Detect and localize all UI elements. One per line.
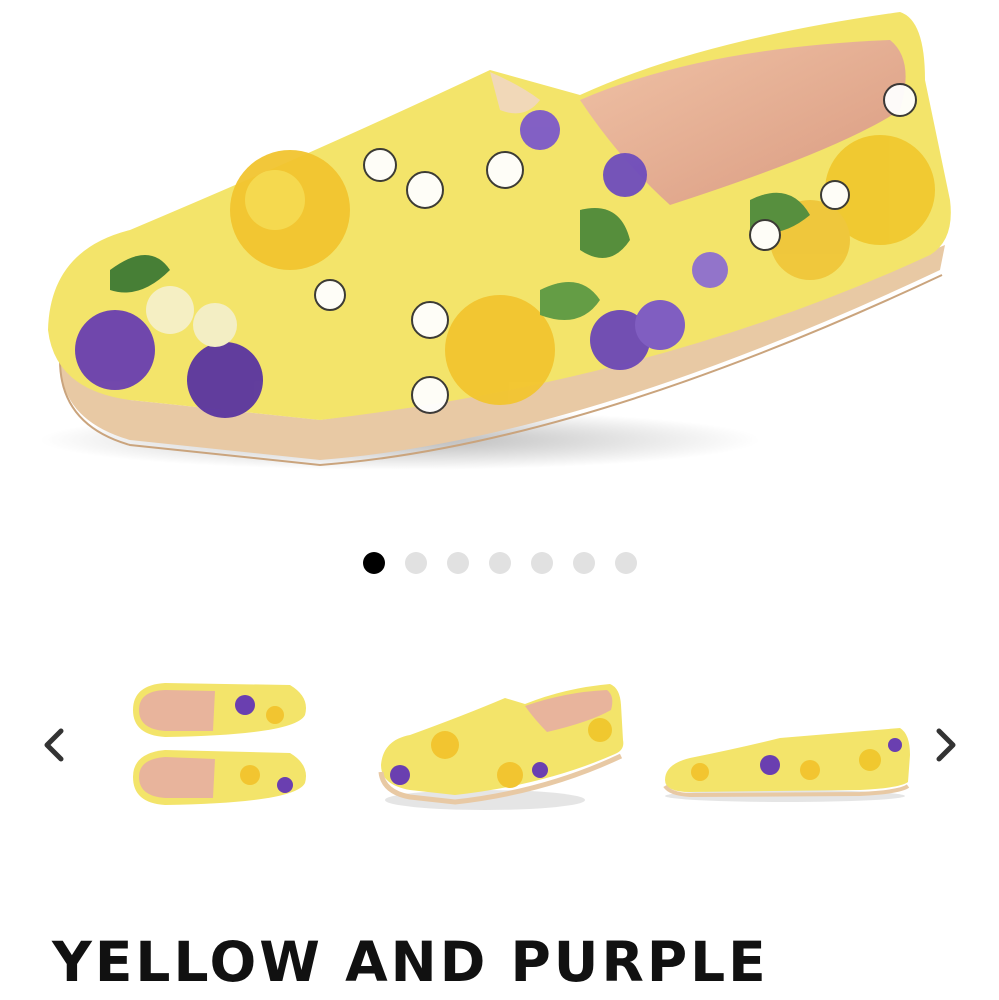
- chevron-right-icon: [936, 728, 956, 762]
- shoe-angle-view-thumbnail: [378, 684, 624, 810]
- carousel-pagination: [0, 552, 999, 576]
- thumbnail-prev-button[interactable]: [34, 720, 74, 770]
- carousel-dot-7[interactable]: [614, 552, 637, 574]
- thumbnail-next-button[interactable]: [926, 720, 966, 770]
- product-title: YELLOW AND PURPLE: [52, 930, 769, 994]
- thumbnail-3[interactable]: [660, 720, 915, 805]
- carousel-dot-5[interactable]: [530, 552, 553, 574]
- shoe-pair-top-view-thumbnail: [133, 683, 306, 805]
- thumbnail-1[interactable]: [125, 675, 310, 815]
- carousel-dot-2[interactable]: [404, 552, 427, 574]
- carousel-dot-6[interactable]: [572, 552, 595, 574]
- thumbnail-2[interactable]: [375, 680, 625, 815]
- carousel-dot-1[interactable]: [362, 552, 385, 574]
- chevron-left-icon: [44, 728, 64, 762]
- main-product-image[interactable]: [20, 0, 980, 500]
- shoe-side-view-thumbnail: [663, 728, 910, 802]
- carousel-dot-3[interactable]: [446, 552, 469, 574]
- floral-slip-on-shoe-image: [40, 12, 951, 470]
- carousel-dot-4[interactable]: [488, 552, 511, 574]
